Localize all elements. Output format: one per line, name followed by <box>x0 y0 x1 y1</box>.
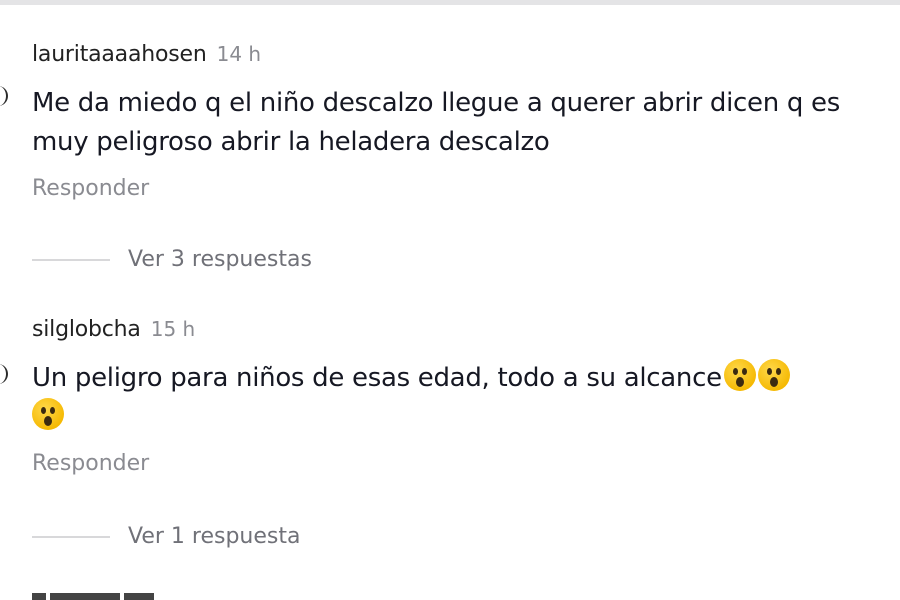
reply-button[interactable]: Responder <box>32 176 149 201</box>
avatar[interactable] <box>0 364 8 384</box>
reply-button[interactable]: Responder <box>32 451 149 476</box>
view-replies-label: Ver 1 respuesta <box>128 524 301 549</box>
astonished-face-icon <box>757 359 790 391</box>
top-divider <box>0 0 900 5</box>
view-replies-button[interactable]: Ver 3 respuestas <box>32 247 312 272</box>
divider-line <box>32 535 110 538</box>
comment-username[interactable]: silglobcha <box>32 317 141 342</box>
astonished-face-icon <box>723 359 756 391</box>
comment-meta: lauritaaaahosen 14 h <box>32 42 872 74</box>
comment-text: Me da miedo q el niño descalzo llegue a … <box>32 88 840 157</box>
astonished-face-icon <box>32 398 64 430</box>
view-replies-button[interactable]: Ver 1 respuesta <box>32 524 300 549</box>
comment-meta: silglobcha 15 h <box>32 317 872 349</box>
comment-text-container: Un peligro para niños de esas edad, todo… <box>32 359 872 437</box>
comment-username[interactable]: lauritaaaahosen <box>32 42 207 67</box>
comment-item: lauritaaaahosen 14 h Me da miedo q el ni… <box>32 42 872 201</box>
view-replies-label: Ver 3 respuestas <box>128 247 312 272</box>
avatar[interactable] <box>0 86 8 106</box>
comment-timestamp: 14 h <box>216 42 262 66</box>
divider-line <box>32 258 110 261</box>
next-comment-partial <box>32 592 332 600</box>
comment-timestamp: 15 h <box>150 317 196 341</box>
comment-item: silglobcha 15 h Un peligro para niños de… <box>32 317 872 476</box>
comment-text: Un peligro para niños de esas edad, todo… <box>32 363 722 393</box>
